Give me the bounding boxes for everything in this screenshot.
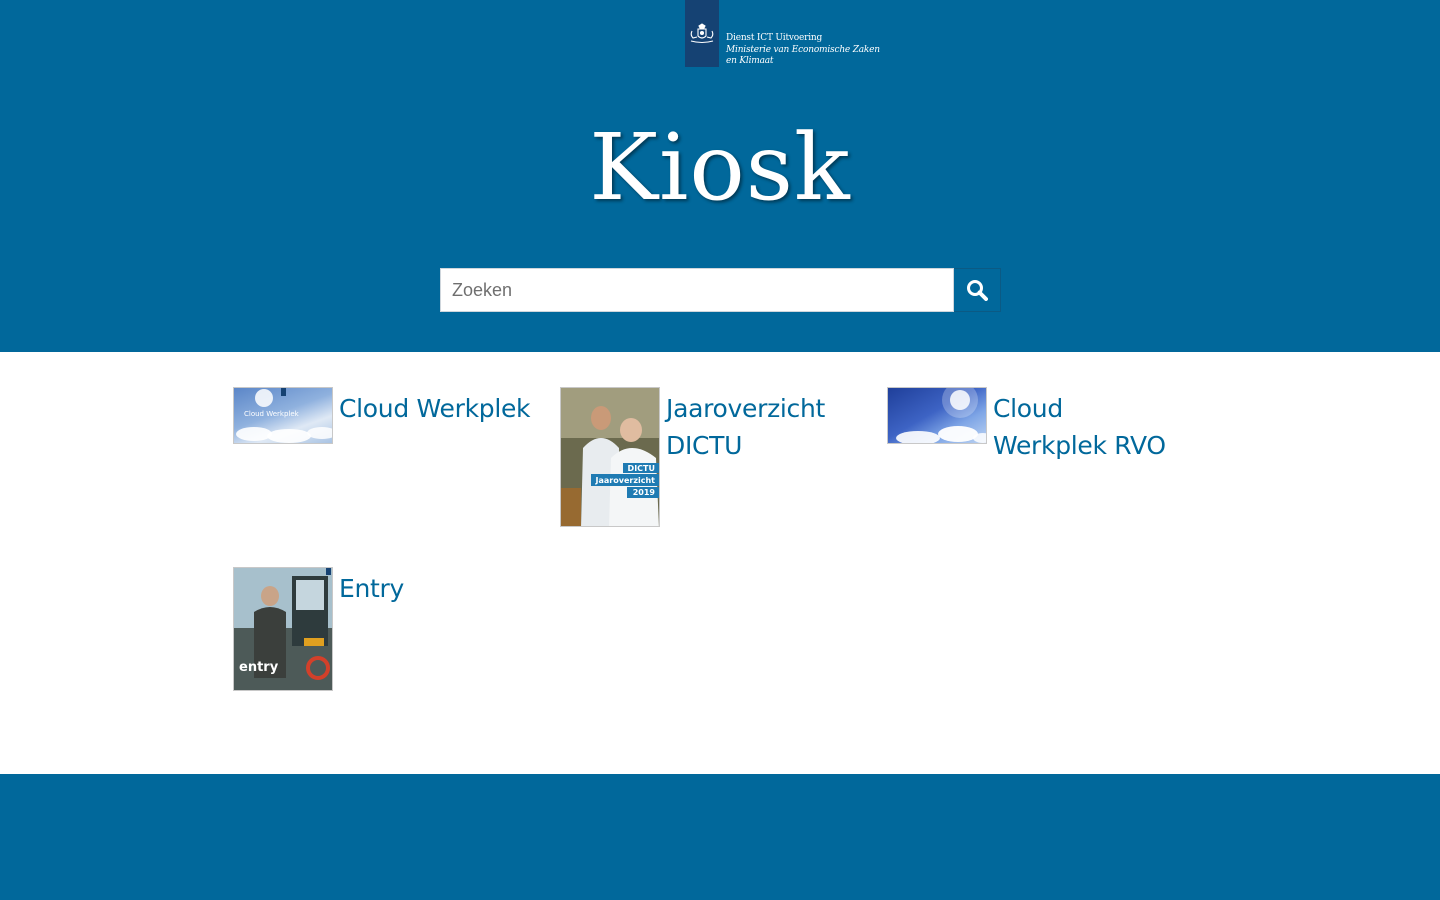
search-input[interactable] xyxy=(440,268,954,312)
logo[interactable]: Dienst ICT Uitvoering Ministerie van Eco… xyxy=(685,0,880,68)
publication-item[interactable]: entry Entry xyxy=(233,567,404,691)
publication-item[interactable]: DICTU Jaaroverzicht 2019 Jaaroverzicht D… xyxy=(560,387,840,527)
publication-cover[interactable]: DICTU Jaaroverzicht 2019 xyxy=(560,387,660,527)
logo-line-2: Ministerie van Economische Zaken xyxy=(726,44,880,55)
logo-text: Dienst ICT Uitvoering Ministerie van Eco… xyxy=(719,0,880,68)
cover-text: entry xyxy=(239,660,279,675)
publication-list: Cloud Werkplek Cloud Werkplek DICTU Jaar… xyxy=(0,352,1440,774)
page-title: Kiosk xyxy=(589,114,851,221)
search-button[interactable] xyxy=(954,268,1001,312)
publication-cover[interactable]: Cloud Werkplek xyxy=(233,387,333,444)
search-icon xyxy=(966,279,988,301)
header: Dienst ICT Uitvoering Ministerie van Eco… xyxy=(0,0,1440,352)
footer xyxy=(0,774,1440,900)
publication-title[interactable]: Cloud Werkplek xyxy=(339,390,531,427)
cover-text: DICTU Jaaroverzicht 2019 xyxy=(595,464,655,497)
logo-line-3: en Klimaat xyxy=(726,56,774,66)
search-bar xyxy=(440,268,1001,312)
publication-cover[interactable]: entry xyxy=(233,567,333,691)
cover-text: Cloud Werkplek xyxy=(244,410,299,418)
coat-of-arms-icon xyxy=(685,0,719,67)
publication-title[interactable]: Cloud Werkplek RVO xyxy=(993,390,1183,464)
publication-item[interactable]: Cloud Werkplek Cloud Werkplek xyxy=(233,387,531,444)
logo-line-1: Dienst ICT Uitvoering xyxy=(726,33,823,43)
publication-title[interactable]: Entry xyxy=(339,570,404,607)
publication-title[interactable]: Jaaroverzicht DICTU xyxy=(666,390,836,464)
publication-cover[interactable] xyxy=(887,387,987,444)
publication-item[interactable]: Cloud Werkplek RVO xyxy=(887,387,1187,464)
